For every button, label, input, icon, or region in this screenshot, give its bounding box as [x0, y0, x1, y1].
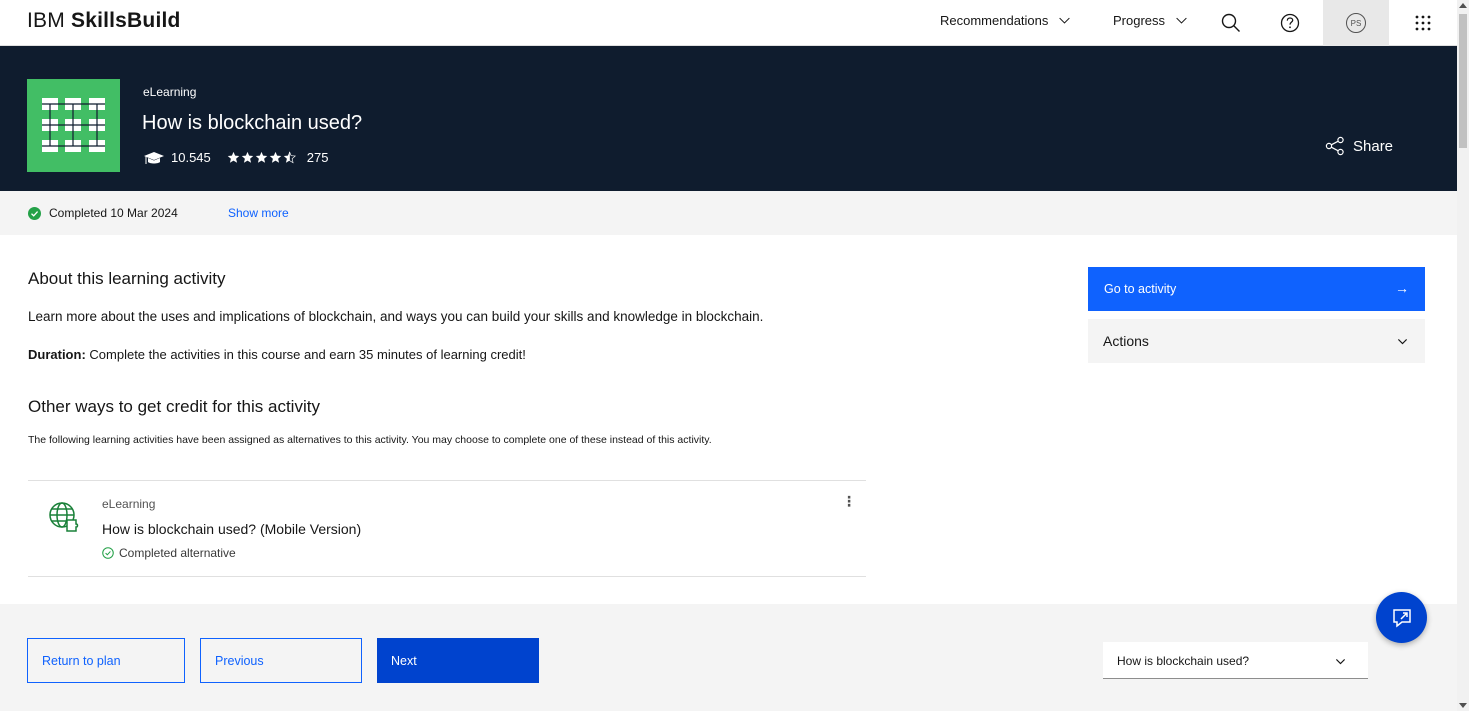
chevron-down-icon — [1397, 339, 1408, 345]
app-switcher-icon — [1415, 15, 1431, 31]
half-star-icon — [283, 151, 296, 164]
nav-progress-label: Progress — [1113, 13, 1166, 28]
other-ways-heading: Other ways to get credit for this activi… — [28, 397, 320, 416]
duration-text: Duration: Complete the activities in thi… — [28, 347, 526, 362]
alternatives-description: The following learning activities have b… — [28, 434, 712, 446]
chat-button[interactable] — [1376, 592, 1427, 643]
go-to-activity-button[interactable]: Go to activity → — [1088, 267, 1425, 311]
avatar: PS — [1346, 13, 1366, 33]
actions-dropdown[interactable]: Actions — [1088, 319, 1425, 363]
chevron-down-icon — [1335, 659, 1346, 665]
search-icon — [1221, 13, 1240, 32]
scrollbar-thumb[interactable] — [1459, 14, 1467, 148]
return-to-plan-button[interactable]: Return to plan — [27, 638, 185, 683]
nav-recommendations-label: Recommendations — [940, 13, 1049, 28]
share-icon — [1325, 136, 1344, 156]
footer-navigation: Return to plan Previous Next How is bloc… — [0, 604, 1457, 711]
chevron-down-icon — [1059, 17, 1071, 24]
arrow-right-icon: → — [1395, 280, 1409, 296]
activity-type: eLearning — [143, 85, 197, 99]
brand-skillsbuild: SkillsBuild — [70, 9, 181, 32]
activity-description: Learn more about the uses and implicatio… — [28, 309, 764, 324]
search-button[interactable] — [1208, 0, 1254, 46]
next-button[interactable]: Next — [377, 638, 539, 683]
activity-select[interactable]: How is blockchain used? — [1103, 642, 1368, 679]
share-button[interactable]: Share — [1325, 136, 1393, 156]
next-label: Next — [391, 653, 417, 668]
scroll-up-arrow-icon[interactable] — [1459, 3, 1467, 8]
star-rating — [227, 151, 297, 164]
previous-label: Previous — [215, 653, 264, 668]
page-scrollbar[interactable] — [1457, 0, 1469, 711]
duration-label: Duration: — [28, 347, 86, 362]
help-icon — [1280, 13, 1300, 33]
activity-title: How is blockchain used? — [142, 112, 363, 134]
alternative-type: eLearning — [102, 497, 156, 511]
nav-progress[interactable]: Progress — [1113, 13, 1188, 28]
chat-launch-icon — [1392, 608, 1411, 628]
show-more-link[interactable]: Show more — [228, 206, 289, 220]
alternative-title: How is blockchain used? (Mobile Version) — [102, 521, 362, 537]
star-icon — [227, 151, 240, 163]
chevron-down-icon — [1176, 17, 1187, 24]
avatar-initials: PS — [1350, 18, 1362, 28]
graduation-cap-icon — [144, 151, 164, 164]
help-button[interactable] — [1267, 0, 1313, 46]
return-to-plan-label: Return to plan — [42, 653, 121, 668]
share-label: Share — [1353, 137, 1394, 155]
globe-puzzle-icon — [49, 502, 79, 532]
star-icon — [241, 151, 254, 163]
overflow-menu-icon[interactable]: ⋮ — [842, 493, 856, 510]
activity-thumbnail — [27, 79, 120, 172]
activity-meta: 10.545 275 — [143, 150, 328, 165]
star-icon — [255, 151, 268, 163]
alternative-status-label: Completed alternative — [119, 546, 236, 560]
brand-logo[interactable]: IBM SkillsBuild — [27, 9, 181, 33]
nav-recommendations[interactable]: Recommendations — [940, 13, 1071, 28]
previous-button[interactable]: Previous — [200, 638, 362, 683]
completion-strip: Completed 10 Mar 2024 Show more — [0, 191, 1457, 235]
blockchain-grid-icon — [42, 98, 105, 152]
go-to-activity-label: Go to activity — [1104, 282, 1177, 296]
top-nav: IBM SkillsBuild Recommendations Progress… — [0, 0, 1457, 46]
activity-select-value: How is blockchain used? — [1117, 654, 1250, 668]
checkmark-outline-icon — [102, 547, 114, 559]
alternative-status: Completed alternative — [102, 546, 236, 560]
enrolled-count: 10.545 — [171, 150, 211, 165]
completed-date: Completed 10 Mar 2024 — [49, 206, 178, 220]
activity-hero: eLearning How is blockchain used? 10.545… — [0, 46, 1457, 191]
brand-ibm: IBM — [27, 9, 71, 32]
about-heading: About this learning activity — [28, 269, 226, 288]
checkmark-filled-icon — [28, 207, 41, 220]
alternative-activity-card[interactable]: eLearning How is blockchain used? (Mobil… — [28, 480, 866, 577]
actions-label: Actions — [1103, 333, 1149, 349]
user-avatar-button[interactable]: PS — [1323, 0, 1389, 46]
duration-value: Complete the activities in this course a… — [85, 347, 526, 362]
scroll-down-arrow-icon[interactable] — [1459, 703, 1467, 708]
review-count: 275 — [306, 150, 329, 165]
app-switcher-button[interactable] — [1400, 0, 1446, 46]
star-icon — [269, 151, 282, 163]
